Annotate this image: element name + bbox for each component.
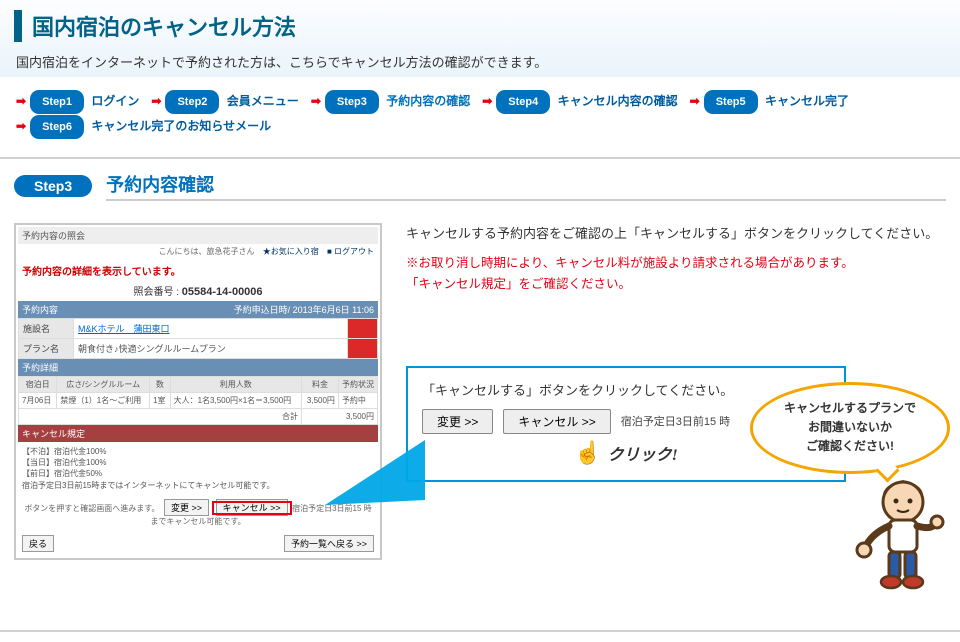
step5-link[interactable]: キャンセル完了 [765, 94, 849, 108]
mock-plan-name: 朝食付き♪快適シングルルームプラン [74, 339, 348, 359]
mock-td: 1室 [150, 393, 171, 409]
mock-change-button: 変更 >> [164, 499, 209, 516]
callout-change-button[interactable]: 変更 >> [422, 409, 493, 434]
mock-heading: 予約内容の照会 [18, 227, 378, 244]
mock-section1: 予約内容 [22, 303, 58, 316]
mock-th: 予約状況 [338, 377, 377, 393]
screenshot-mock: 予約内容の照会 こんにちは、旅急花子さん ★お気に入り宿 ■ ログアウト 予約内… [14, 223, 382, 560]
mock-th: 広さ/シングルルーム [57, 377, 150, 393]
mock-row1-lbl: 施設名 [19, 319, 74, 339]
mock-rules: 【不泊】宿泊代金100% 【当日】宿泊代金100% 【前日】宿泊代金50% 宿泊… [18, 442, 378, 495]
step3-badge: Step3 [325, 90, 379, 114]
bubble-line3: ご確認ください! [763, 437, 937, 456]
mock-rule: 宿泊予定日3日前15時まではインターネットにてキャンセル可能です。 [22, 480, 374, 491]
mock-td: 7月06日 [19, 393, 57, 409]
mock-hint: ボタンを押すと確認画面へ進みます。 [24, 504, 159, 513]
mock-td-price: 3,500円 [302, 393, 339, 409]
mock-th: 料金 [302, 377, 339, 393]
speech-bubble: キャンセルするプランで お間違いないか ご確認ください! [750, 382, 950, 474]
mock-greeting: こんにちは、旅急花子さん [158, 247, 254, 256]
mock-inquiry-no: 05584-14-00006 [182, 286, 263, 298]
mock-th: 数 [150, 377, 171, 393]
step4-badge: Step4 [496, 90, 550, 114]
mock-td: 禁煙（1）1名〜ご利用 [57, 393, 150, 409]
bubble-line1: キャンセルするプランで [763, 399, 937, 418]
arrow-icon: ➡ [311, 94, 321, 108]
mock-rule: 【当日】宿泊代金100% [22, 457, 374, 468]
callout-cancel-button[interactable]: キャンセル >> [503, 409, 610, 434]
mock-rule: 【前日】宿泊代金50% [22, 468, 374, 479]
mock-red-message: 予約内容の詳細を表示しています。 [18, 259, 378, 280]
arrow-icon: ➡ [482, 94, 492, 108]
arrow-icon: ➡ [690, 94, 700, 108]
step2-link[interactable]: 会員メニュー [227, 94, 299, 108]
mascot-icon [855, 474, 950, 594]
mock-list-button: 予約一覧へ戻る >> [284, 535, 374, 552]
mock-timestamp: 予約申込日時/ 2013年6月6日 11:06 [234, 303, 374, 316]
arrow-icon: ➡ [16, 94, 26, 108]
click-label: クリック! [608, 441, 678, 465]
mock-fav-link: ★お気に入り宿 [263, 247, 319, 256]
mock-back-button: 戻る [22, 535, 54, 552]
mock-logout-link: ■ ログアウト [327, 247, 374, 256]
mock-section3: キャンセル規定 [22, 427, 85, 440]
mock-row2-lbl: プラン名 [19, 339, 74, 359]
mock-total-price: 3,500円 [302, 409, 378, 425]
warning-text-1: ※お取り消し時期により、キャンセル料が施設より請求される場合があります。 [406, 253, 946, 274]
current-step-title: 予約内容確認 [106, 171, 946, 201]
step6-link[interactable]: キャンセル完了のお知らせメール [91, 119, 271, 133]
page-subtitle: 国内宿泊をインターネットで予約された方は、こちらでキャンセル方法の確認ができます… [14, 52, 946, 71]
mock-section2: 予約詳細 [22, 361, 58, 374]
step3-label: 予約内容の確認 [386, 94, 470, 108]
mock-td: 予約中 [338, 393, 377, 409]
step1-badge: Step1 [30, 90, 84, 114]
step6-badge: Step6 [30, 115, 84, 139]
mock-cancel-button: キャンセル >> [216, 499, 288, 516]
bubble-line2: お間違いないか [763, 418, 937, 437]
hand-cursor-icon: ☝ [574, 440, 601, 466]
warning-text-2: 「キャンセル規定」をご確認ください。 [406, 274, 946, 295]
lead-text: キャンセルする予約内容をご確認の上「キャンセルする」ボタンをクリックしてください… [406, 223, 946, 245]
current-step-pill: Step3 [14, 175, 92, 197]
step1-link[interactable]: ログイン [91, 94, 139, 108]
mock-inquiry-label: 照会番号 : [133, 287, 179, 298]
mock-total-label: 合計 [19, 409, 302, 425]
callout-note: 宿泊予定日3日前15 時 [621, 413, 730, 429]
bottom-separator [0, 630, 960, 632]
step2-badge: Step2 [165, 90, 219, 114]
step4-link[interactable]: キャンセル内容の確認 [558, 94, 678, 108]
step-nav: ➡ Step1 ログイン ➡ Step2 会員メニュー ➡ Step3 予約内容の確認… [0, 77, 960, 151]
mock-facility-link: M&Kホテル 蒲田東口 [78, 324, 170, 334]
mock-th: 利用人数 [170, 377, 301, 393]
arrow-icon: ➡ [16, 119, 26, 133]
separator [0, 157, 960, 159]
mock-rule: 【不泊】宿泊代金100% [22, 446, 374, 457]
mock-td: 大人：1名3,500円×1名＝3,500円 [170, 393, 301, 409]
step5-badge: Step5 [704, 90, 758, 114]
page-title: 国内宿泊のキャンセル方法 [14, 10, 946, 42]
arrow-icon: ➡ [151, 94, 161, 108]
mock-th: 宿泊日 [19, 377, 57, 393]
